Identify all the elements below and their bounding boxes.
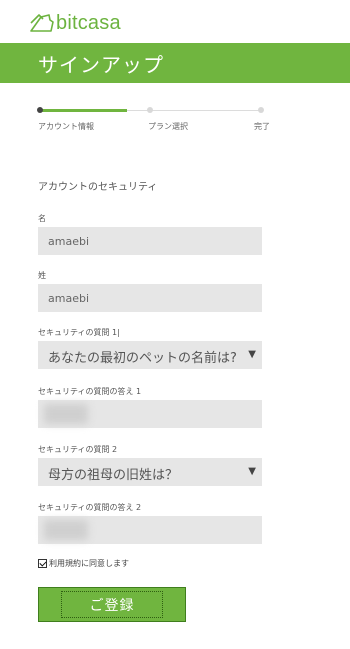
answer1-label: セキュリティの質問の答え 1 — [38, 387, 142, 396]
question1-select[interactable]: あなたの最初のペットの名前は? ▼ — [38, 341, 262, 369]
terms-checkbox[interactable] — [38, 559, 47, 568]
redacted-answer2 — [44, 520, 88, 540]
question1-value: あなたの最初のペットの名前は? — [48, 351, 237, 366]
signup-progress: アカウント情報 プラン選択 完了 — [0, 100, 350, 140]
question2-select[interactable]: 母方の祖母の旧姓は？ ▼ — [38, 458, 262, 486]
page-title: サインアップ — [38, 53, 164, 77]
dropdown-arrow-icon: ▼ — [248, 466, 256, 477]
register-button-focus-ring: ご登録 — [61, 591, 163, 618]
header-banner: サインアップ — [0, 43, 350, 83]
logo-text: bitcasa — [56, 11, 121, 34]
register-button[interactable]: ご登録 — [38, 587, 186, 622]
register-button-label: ご登録 — [89, 597, 135, 614]
first-name-value: amaebi — [48, 235, 90, 248]
step-dot-account — [37, 107, 43, 113]
step-label-complete: 完了 — [254, 122, 270, 131]
question1-label: セキュリティの質問 1| — [38, 328, 120, 337]
dropdown-arrow-icon: ▼ — [248, 349, 256, 360]
answer2-label: セキュリティの質問の答え 2 — [38, 503, 142, 512]
question2-label: セキュリティの質問 2 — [38, 445, 118, 454]
redacted-answer1 — [44, 404, 88, 424]
step-dot-plan — [147, 107, 153, 113]
question2-value: 母方の祖母の旧姓は？ — [48, 468, 179, 483]
answer1-field[interactable] — [38, 400, 262, 428]
bitcasa-logo: bitcasa — [28, 10, 121, 36]
last-name-field[interactable]: amaebi — [38, 284, 262, 312]
step-dot-complete — [258, 107, 264, 113]
terms-agreement[interactable]: 利用規約に同意します — [38, 558, 129, 569]
section-title: アカウントのセキュリティ — [38, 182, 158, 193]
progress-fill — [40, 109, 127, 112]
first-name-field[interactable]: amaebi — [38, 227, 262, 255]
house-cloud-icon — [30, 14, 54, 32]
step-label-plan: プラン選択 — [148, 122, 188, 131]
terms-label: 利用規約に同意します — [49, 559, 129, 568]
last-name-label: 姓 — [38, 271, 46, 280]
answer2-field[interactable] — [38, 516, 262, 544]
step-label-account: アカウント情報 — [38, 122, 94, 131]
last-name-value: amaebi — [48, 292, 90, 305]
first-name-label: 名 — [38, 214, 46, 223]
